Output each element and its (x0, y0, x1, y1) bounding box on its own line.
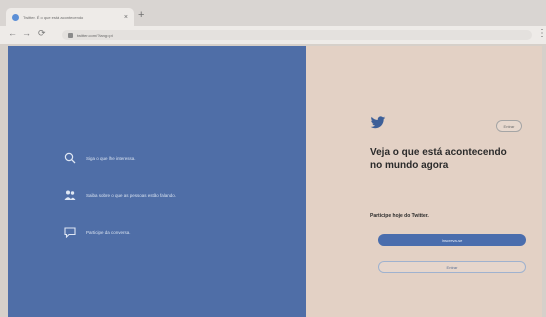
feature-join: Participe da conversa. (64, 226, 131, 238)
right-signup-panel: Entrar Veja o que está acontecendo no mu… (306, 46, 542, 317)
chat-bubble-icon (64, 227, 76, 238)
address-bar[interactable]: twitter.com/?lang=pt (62, 30, 532, 40)
new-tab-icon[interactable]: + (138, 10, 144, 21)
twitter-bird-icon (370, 116, 386, 129)
headline: Veja o que está acontecendo no mundo ago… (370, 147, 507, 171)
join-heading: Participe hoje do Twitter. (370, 213, 429, 219)
browser-menu-icon[interactable]: ⋮ (537, 29, 546, 39)
lock-icon (68, 32, 73, 38)
browser-toolbar: ← → ⟳ twitter.com/?lang=pt ⋮ (0, 26, 546, 44)
feature-label: Siga o que lhe interessa. (86, 155, 136, 161)
people-icon (64, 190, 76, 200)
feature-label: Saiba sobre o que as pessoas estão falan… (86, 192, 177, 198)
tab-bar: Twitter. É o que está acontecendo × + (0, 0, 546, 26)
enter-button[interactable]: Entrar (378, 261, 526, 273)
signup-button[interactable]: Inscreva-se (378, 234, 526, 246)
browser-window: Twitter. É o que está acontecendo × + ← … (0, 0, 546, 317)
search-icon (64, 152, 76, 164)
forward-icon[interactable]: → (22, 29, 31, 38)
browser-tab[interactable]: Twitter. É o que está acontecendo × (6, 8, 134, 26)
feature-label: Participe da conversa. (86, 229, 131, 235)
login-button[interactable]: Entrar (496, 120, 522, 132)
reload-icon[interactable]: ⟳ (38, 29, 46, 38)
feature-follow: Siga o que lhe interessa. (64, 152, 136, 164)
back-icon[interactable]: ← (8, 29, 17, 38)
feature-learn: Saiba sobre o que as pessoas estão falan… (64, 189, 176, 201)
twitter-favicon-icon (12, 13, 19, 21)
address-url: twitter.com/?lang=pt (77, 32, 113, 38)
left-feature-panel: Siga o que lhe interessa. Saiba sobre o … (8, 46, 306, 317)
tab-title: Twitter. É o que está acontecendo (23, 14, 84, 20)
tab-close-icon[interactable]: × (124, 14, 128, 21)
